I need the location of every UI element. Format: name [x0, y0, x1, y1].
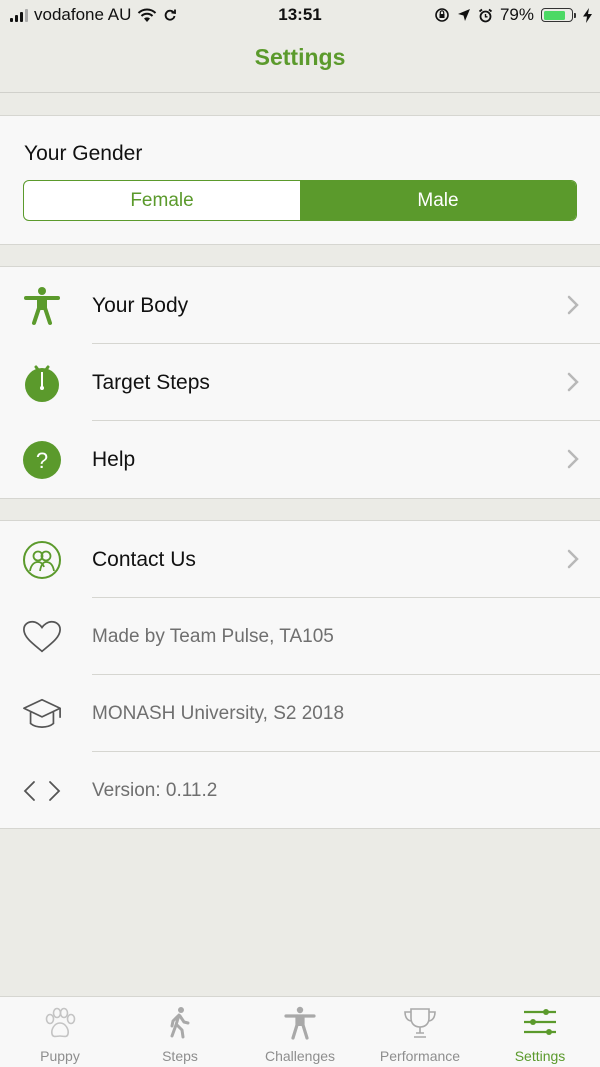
nav-divider: [0, 92, 600, 93]
person-icon: [284, 1006, 316, 1040]
sliders-icon: [524, 1009, 556, 1035]
menu-item-label: Target Steps: [92, 371, 210, 394]
gender-option-female[interactable]: Female: [24, 181, 300, 220]
graduation-cap-icon: [22, 694, 62, 734]
person-icon: [22, 286, 62, 326]
trophy-icon: [404, 1008, 436, 1038]
tab-label: Settings: [514, 1048, 566, 1064]
chevron-right-icon: [567, 372, 579, 392]
info-row-version: Version: 0.11.2: [0, 752, 600, 829]
charging-bolt-icon: [583, 7, 592, 23]
code-icon: [22, 771, 62, 811]
tab-bar: Puppy Steps Challenges Performance Setti…: [0, 996, 600, 1067]
gender-section: Your Gender Female Male: [0, 115, 600, 245]
info-row-team: Made by Team Pulse, TA105: [0, 598, 600, 675]
gender-label: Your Gender: [24, 142, 143, 165]
menu-item-label: Your Body: [92, 294, 189, 317]
tab-label: Steps: [162, 1048, 198, 1064]
tab-label: Challenges: [264, 1048, 336, 1064]
info-label: Version: 0.11.2: [92, 780, 218, 801]
status-bar: vodafone AU 13:51 79%: [0, 0, 600, 30]
menu-item-contact-us[interactable]: Contact Us: [0, 521, 600, 598]
tab-label: Performance: [379, 1048, 461, 1064]
tab-performance[interactable]: Performance: [360, 997, 480, 1067]
page-title: Settings: [254, 44, 346, 70]
tab-settings[interactable]: Settings: [480, 997, 600, 1067]
chevron-right-icon: [567, 449, 579, 469]
info-label: MONASH University, S2 2018: [92, 703, 345, 724]
chevron-right-icon: [567, 295, 579, 315]
help-icon: ?: [22, 440, 62, 480]
tab-challenges[interactable]: Challenges: [240, 997, 360, 1067]
status-right: 79%: [434, 5, 592, 25]
chevron-right-icon: [567, 549, 579, 569]
info-label: Made by Team Pulse, TA105: [92, 626, 334, 647]
orientation-lock-icon: [435, 8, 449, 22]
menu-item-your-body[interactable]: Your Body: [0, 267, 600, 344]
walking-icon: [170, 1007, 190, 1039]
svg-text:?: ?: [36, 448, 48, 473]
info-row-university: MONASH University, S2 2018: [0, 675, 600, 752]
gender-segmented-control[interactable]: Female Male: [23, 180, 577, 221]
menu-item-target-steps[interactable]: Target Steps: [0, 344, 600, 421]
about-menu-section: Contact Us Made by Team Pulse, TA105 MON…: [0, 520, 600, 829]
battery-percent: 79%: [499, 5, 534, 24]
gender-option-male[interactable]: Male: [300, 181, 576, 220]
menu-item-label: Help: [92, 448, 136, 471]
tab-label: Puppy: [40, 1048, 80, 1064]
menu-item-label: Contact Us: [92, 548, 196, 571]
alarm-icon: [478, 8, 493, 22]
stopwatch-icon: [22, 363, 62, 403]
profile-menu-section: Your Body Target Steps ? Help: [0, 266, 600, 499]
paw-icon: [45, 1007, 76, 1038]
battery-icon: [541, 8, 576, 22]
contact-icon: [22, 540, 62, 580]
heart-icon: [22, 617, 62, 657]
menu-item-help[interactable]: ? Help: [0, 421, 600, 498]
tab-steps[interactable]: Steps: [120, 997, 240, 1067]
tab-puppy[interactable]: Puppy: [0, 997, 120, 1067]
location-icon: [457, 9, 470, 21]
